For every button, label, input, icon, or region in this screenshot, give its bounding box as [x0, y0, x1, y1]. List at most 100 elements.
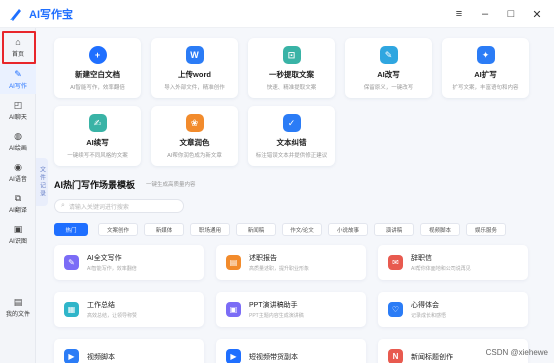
maximize-button[interactable]: □ — [500, 3, 522, 25]
template-card-video-script[interactable]: ▶ 视频脚本 — [54, 339, 204, 363]
sidebar-item-my-files[interactable]: ▤ 我的文件 — [0, 292, 36, 322]
highlight-box — [2, 31, 36, 64]
sidebar-item-ai-translate[interactable]: ⧉ AI翻译 — [0, 188, 36, 218]
template-card-subtitle: 记录成长和感悟 — [411, 313, 447, 319]
template-card-ppt-speech[interactable]: ▣ PPT演讲稿助手 PPT主题内容生成演讲稿 — [216, 292, 366, 327]
tool-card-proofread[interactable]: ✓ 文本纠错 标注错误文本并提供修正建议 — [248, 106, 335, 166]
tab-novel[interactable]: 小说故事 — [328, 223, 368, 236]
tool-card-title: 一秒提取文案 — [269, 70, 314, 79]
template-card-resignation[interactable]: ✉ 辞职信 AI帮你体面地和公司说再见 — [378, 245, 528, 280]
sidebar-item-label: AI写作 — [9, 83, 27, 90]
template-card-subtitle: PPT主题内容生成演讲稿 — [249, 313, 304, 319]
tool-card-title: AI改写 — [377, 70, 400, 79]
template-card-ai-full-write[interactable]: ✎ AI全文写作 AI智能写作，效率翻倍 — [54, 245, 204, 280]
tool-card-ai-rewrite[interactable]: ✎ AI改写 保留原义，一键改写 — [345, 38, 432, 98]
tab-copywriting[interactable]: 文案创作 — [98, 223, 138, 236]
sidebar-item-ai-write[interactable]: ✎ AI写作 — [0, 64, 36, 94]
file-history-tab[interactable]: 文件记录 — [36, 158, 48, 206]
paint-icon: ◍ — [14, 130, 22, 141]
sidebar-item-ai-image[interactable]: ▣ AI识图 — [0, 219, 36, 249]
tool-card-subtitle: 导入外部文件，精准创作 — [164, 85, 225, 91]
short-video-icon: ▶ — [226, 349, 241, 363]
tool-card-title: 新建空白文档 — [75, 70, 120, 79]
sidebar-item-label: AI识图 — [9, 238, 27, 245]
search-input[interactable]: ⌕ 请输入关键词进行搜索 — [54, 199, 184, 213]
tab-new-media[interactable]: 新媒体 — [144, 223, 184, 236]
scan-icon: ⊡ — [282, 46, 301, 64]
menu-icon[interactable]: ≡ — [448, 3, 470, 25]
main-content: + 新建空白文档 AI智能写作，效率翻倍 W 上传word 导入外部文件，精准创… — [36, 28, 554, 363]
ppt-icon: ▣ — [226, 302, 241, 317]
plus-icon: + — [88, 46, 107, 64]
image-icon: ▣ — [13, 223, 23, 234]
tab-hot[interactable]: 热门 — [54, 223, 88, 236]
tool-card-extract-text[interactable]: ⊡ 一秒提取文案 快速、精准提取文案 — [248, 38, 335, 98]
sidebar-item-ai-paint[interactable]: ◍ AI绘画 — [0, 126, 36, 156]
edit-icon: ✎ — [14, 68, 22, 79]
close-button[interactable]: ✕ — [526, 3, 548, 25]
tab-speech[interactable]: 演讲稿 — [374, 223, 414, 236]
heart-icon: ♡ — [388, 302, 403, 317]
template-card-title: 新闻标题创作 — [411, 353, 453, 361]
template-card-subtitle: AI帮你体面地和公司说再见 — [411, 266, 471, 272]
window-controls: ≡ – □ ✕ — [448, 0, 548, 28]
templates-title: AI热门写作场景模板 — [54, 180, 136, 190]
sidebar-item-label: AI绘画 — [9, 145, 27, 152]
sidebar-item-label: AI翻译 — [9, 207, 27, 214]
template-card-title: 工作总结 — [87, 302, 115, 309]
tab-video-script[interactable]: 视频脚本 — [420, 223, 460, 236]
template-card-work-summary[interactable]: ▦ 工作总结 高效总结，让领导称赞 — [54, 292, 204, 327]
tab-essay[interactable]: 作文/论文 — [282, 223, 322, 236]
title-bar: AI写作宝 ≡ – □ ✕ — [0, 0, 554, 28]
tool-card-title: AI扩写 — [474, 70, 497, 79]
app-title: AI写作宝 — [29, 8, 73, 21]
chat-icon: ◰ — [13, 99, 23, 110]
tool-card-subtitle: 保留原义，一键改写 — [363, 85, 414, 91]
templates-subtitle: 一键生成高质量内容 — [146, 182, 196, 188]
template-card-title: AI全文写作 — [87, 255, 122, 262]
video-icon: ▶ — [64, 349, 79, 363]
app-logo: AI写作宝 — [8, 6, 73, 22]
sidebar-item-ai-chat[interactable]: ◰ AI聊天 — [0, 95, 36, 125]
template-card-title: 辞职信 — [411, 255, 432, 262]
sidebar-item-label: 我的文件 — [5, 311, 30, 318]
template-card-short-video[interactable]: ▶ 短视频带货副本 — [216, 339, 366, 363]
tool-card-subtitle: AI智能写作，效率翻倍 — [70, 85, 125, 91]
tool-card-ai-continue[interactable]: ✍ AI续写 一键续写不同风格的文案 — [54, 106, 141, 166]
minimize-button[interactable]: – — [474, 3, 496, 25]
tool-card-title: 上传word — [178, 70, 211, 79]
file-icon: ▤ — [13, 296, 23, 307]
report-icon: ▤ — [226, 255, 241, 270]
voice-icon: ◉ — [14, 161, 22, 172]
template-card-reflection[interactable]: ♡ 心得体会记录成长和感悟 — [378, 292, 528, 327]
template-card-title: PPT演讲稿助手 — [249, 302, 298, 309]
tool-card-new-doc[interactable]: + 新建空白文档 AI智能写作，效率翻倍 — [54, 38, 141, 98]
check-icon: ✓ — [282, 114, 301, 132]
tool-card-subtitle: 标注错误文本并提供修正建议 — [255, 153, 328, 159]
tab-press[interactable]: 新闻稿 — [236, 223, 276, 236]
template-card-title: 心得体会 — [411, 302, 439, 309]
template-card-title: 述职报告 — [249, 255, 277, 262]
summary-icon: ▦ — [64, 302, 79, 317]
continue-icon: ✍ — [88, 114, 107, 132]
tool-card-title: 文本纠错 — [276, 138, 307, 147]
tab-workplace[interactable]: 职场通用 — [190, 223, 230, 236]
tool-card-title: 文章润色 — [179, 138, 210, 147]
sidebar-item-ai-voice[interactable]: ◉ AI语音 — [0, 157, 36, 187]
template-card-report[interactable]: ▤ 述职报告高质量述职，提升职业形象 — [216, 245, 366, 280]
polish-icon: ❀ — [185, 114, 204, 132]
tool-card-subtitle: 快速、精准提取文案 — [266, 85, 317, 91]
tool-card-subtitle: AI帮你润色成为新文章 — [167, 153, 222, 159]
template-card-subtitle: 高质量述职，提升职业形象 — [249, 266, 310, 272]
ai-write-icon: ✎ — [64, 255, 79, 270]
tool-card-ai-expand[interactable]: ✦ AI扩写 扩写文案，丰富语句和内容 — [442, 38, 529, 98]
search-icon: ⌕ — [61, 202, 65, 209]
tool-card-upload-word[interactable]: W 上传word 导入外部文件，精准创作 — [151, 38, 238, 98]
translate-icon: ⧉ — [14, 192, 22, 203]
tool-card-polish[interactable]: ❀ 文章润色 AI帮你润色成为新文章 — [151, 106, 238, 166]
sidebar: ⌂ 首页 ✎ AI写作 ◰ AI聊天 ◍ AI绘画 ◉ AI语音 ⧉ AI翻译 … — [0, 28, 36, 363]
watermark: CSDN @xiehewe — [485, 348, 548, 357]
tool-card-subtitle: 扩写文案，丰富语句和内容 — [452, 85, 519, 91]
template-card-title: 视频脚本 — [87, 353, 115, 361]
tab-entertainment[interactable]: 娱乐服务 — [466, 223, 506, 236]
